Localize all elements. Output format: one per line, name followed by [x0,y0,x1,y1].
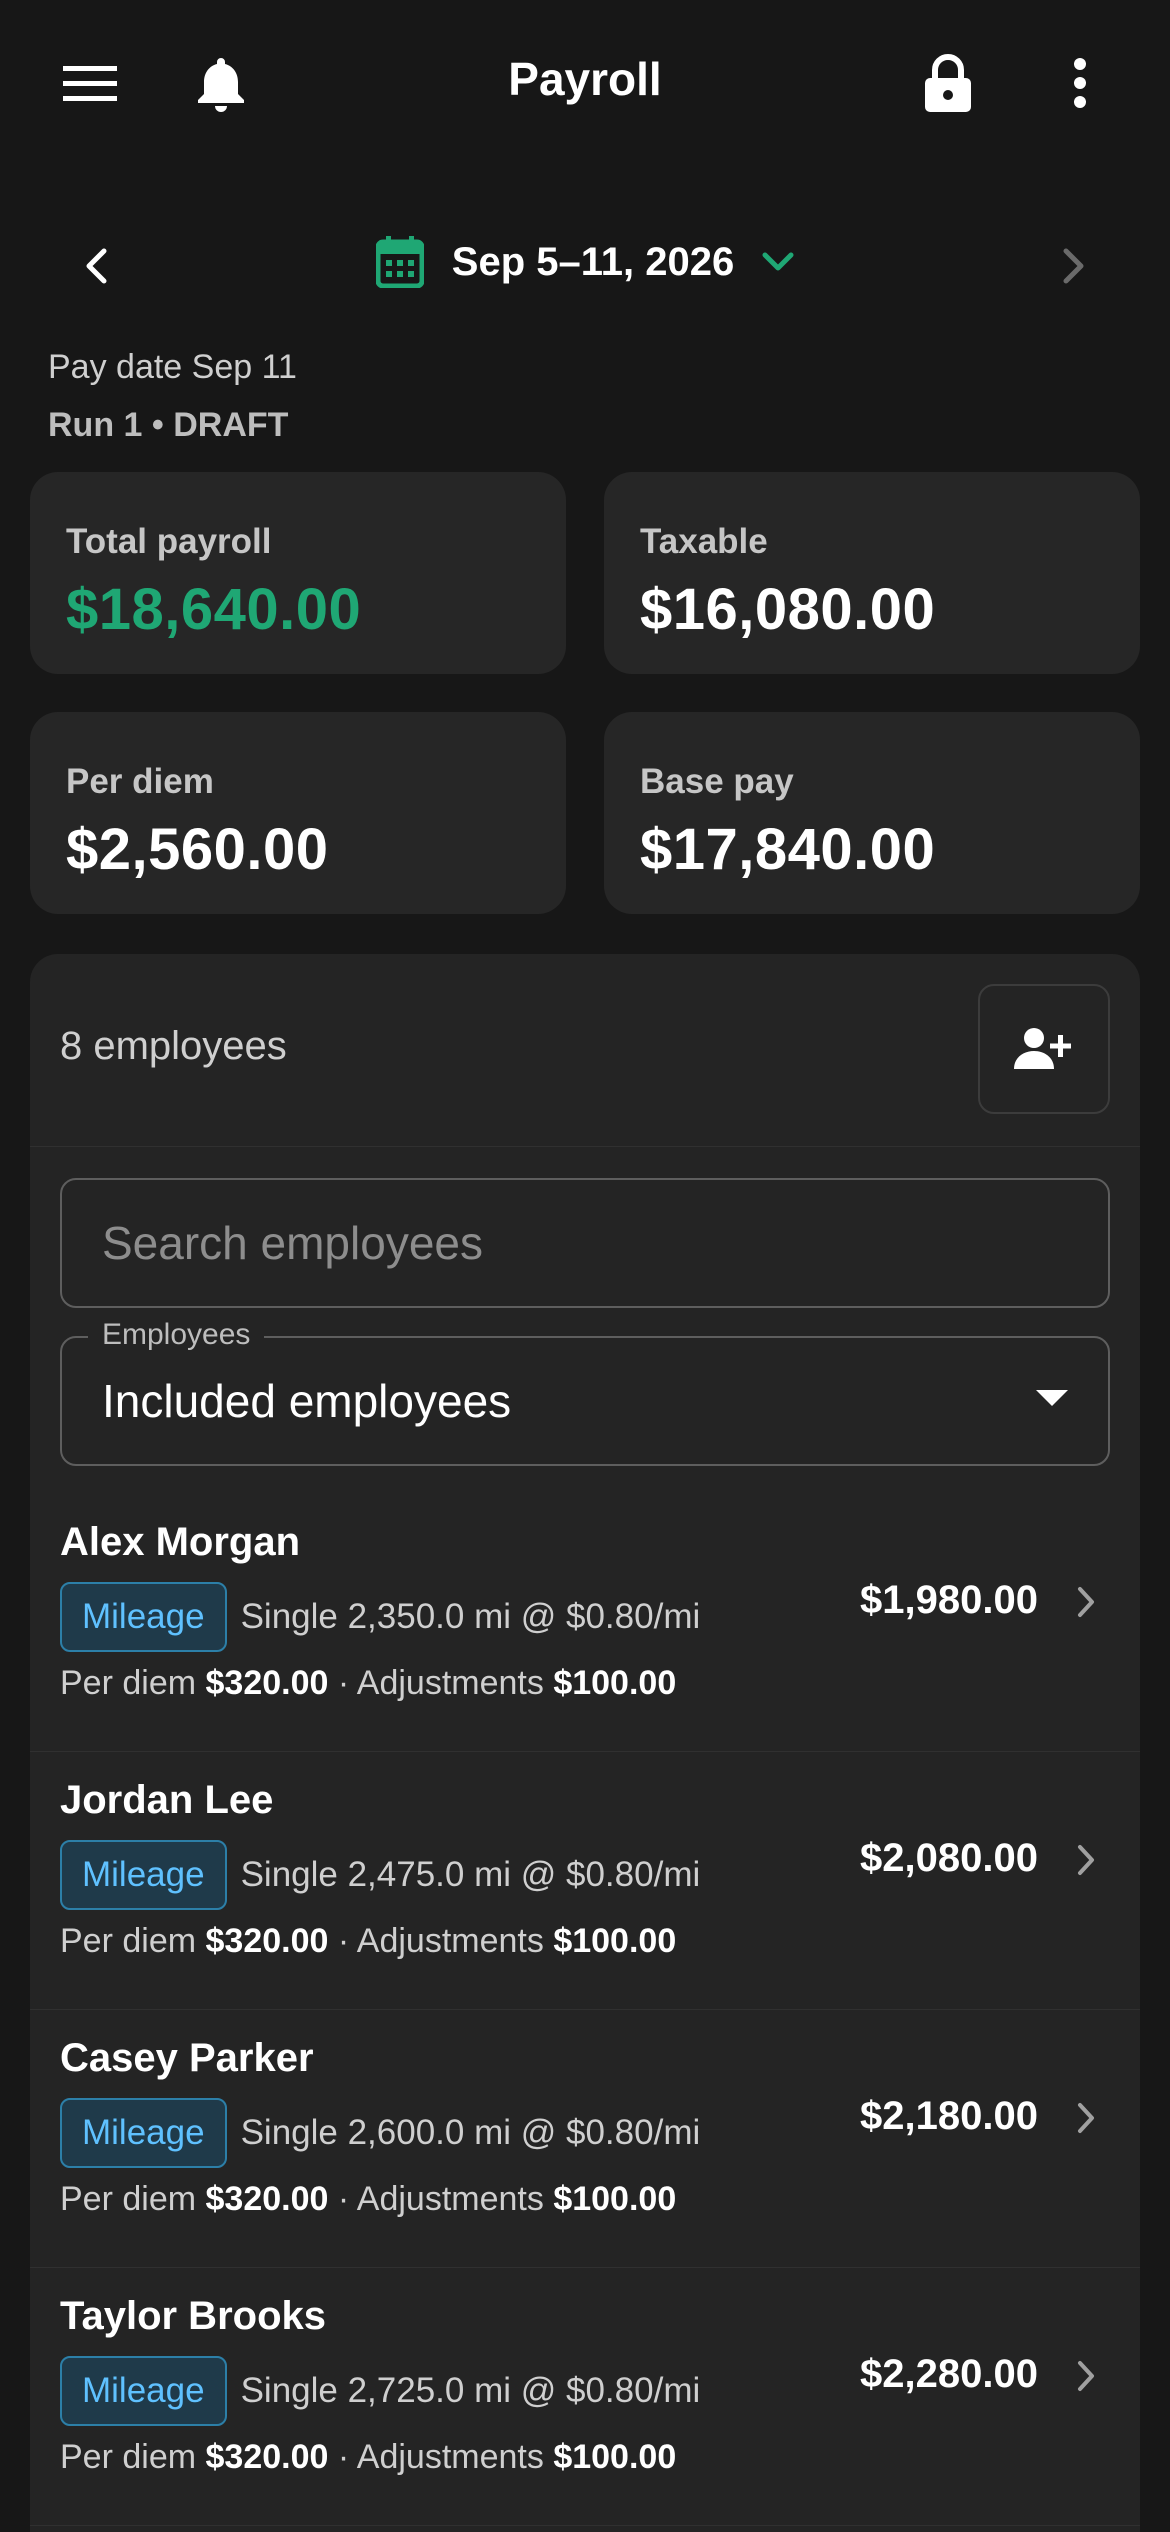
base-pay-card: Base pay $17,840.00 [604,712,1140,914]
pay-rate: Single 2,475.0 mi @ $0.80/mi [240,1855,701,1894]
adjustments-amount: $100.00 [553,1664,677,1702]
pay-type-badge: Mileage [60,2098,227,2168]
employee-filter-label: Employees [88,1318,265,1352]
employee-name: Casey Parker [60,2036,314,2080]
lock-icon[interactable] [912,48,984,118]
pay-rate: Single 2,350.0 mi @ $0.80/mi [240,1597,701,1636]
employee-details: Per diem $320.00 · Adjustments $100.00 [60,2438,676,2477]
total-payroll-card: Total payroll $18,640.00 [30,472,566,674]
taxable-label: Taxable [640,522,768,561]
separator: · [337,2180,350,2218]
payroll-screen: Payroll Sep 5–11, 2026 Pay date Sep 11 R… [0,0,1170,2532]
pay-rate: Single 2,725.0 mi @ $0.80/mi [240,2371,701,2410]
per-diem-label: Per diem [60,1922,197,1960]
adjustments-amount: $100.00 [553,2180,677,2218]
per-diem-amount: $320.00 [205,1922,329,1960]
per-diem-amount: $320.00 [205,1664,329,1702]
employee-name: Jordan Lee [60,1778,274,1822]
employee-details: Per diem $320.00 · Adjustments $100.00 [60,1922,676,1961]
employee-row[interactable]: Casey Parker Mileage Single 2,600.0 mi @… [30,2010,1140,2268]
base-pay-value: $17,840.00 [640,817,936,882]
employee-row[interactable]: Alex Morgan Mileage Single 2,350.0 mi @ … [30,1494,1140,1752]
per-diem-label: Per diem [60,2438,197,2476]
dropdown-arrow-icon [1036,1390,1068,1406]
per-diem-label: Per diem [60,1664,197,1702]
pay-date: Pay date Sep 11 [48,348,297,386]
adjustments-amount: $100.00 [553,2438,677,2476]
separator: · [337,1664,350,1702]
total-payroll-label: Total payroll [66,522,272,561]
employee-count: 8 employees [60,1024,287,1068]
pay-rate: Single 2,600.0 mi @ $0.80/mi [240,2113,701,2152]
employee-total: $2,080.00 [860,1836,1038,1880]
page-title: Payroll [508,53,662,105]
chevron-right-icon [1078,1845,1094,1875]
person-add-icon [1014,1028,1071,1069]
chevron-right-icon [1078,2103,1094,2133]
calendar-icon [375,236,424,288]
chevron-right-icon [1063,248,1084,284]
search-placeholder: Search employees [102,1217,483,1269]
separator: · [337,2438,350,2476]
pay-period-selector: Sep 5–11, 2026 [0,220,1170,310]
total-payroll-value: $18,640.00 [66,577,362,642]
more-vert-icon[interactable] [1052,48,1108,118]
run-status: Run 1 • DRAFT [48,406,289,444]
employees-panel-header: 8 employees [30,954,1140,1147]
next-period-button[interactable] [1044,236,1104,296]
adjustments-label: Adjustments [356,2180,544,2218]
employee-total: $1,980.00 [860,1578,1038,1622]
per-diem-card: Per diem $2,560.00 [30,712,566,914]
employee-filter-value: Included employees [102,1375,512,1427]
add-employee-button[interactable] [978,984,1110,1114]
employee-total: $2,180.00 [860,2094,1038,2138]
adjustments-label: Adjustments [356,1922,544,1960]
per-diem-label: Per diem [60,2180,197,2218]
pay-type-badge: Mileage [60,1840,227,1910]
employee-filter-select[interactable]: Employees Included employees [60,1318,1110,1466]
pay-type-badge: Mileage [60,1582,227,1652]
employee-details: Per diem $320.00 · Adjustments $100.00 [60,2180,676,2219]
employee-name: Alex Morgan [60,1520,301,1564]
top-app-bar: Payroll [0,0,1170,170]
per-diem-amount: $320.00 [205,2180,329,2218]
per-diem-value: $2,560.00 [66,817,329,882]
search-input[interactable]: Search employees [60,1178,1110,1308]
employees-panel: 8 employees Search employees Employees I… [30,954,1140,2532]
per-diem-amount: $320.00 [205,2438,329,2476]
adjustments-label: Adjustments [356,1664,544,1702]
period-label: Sep 5–11, 2026 [451,239,735,284]
period-dropdown[interactable]: Sep 5–11, 2026 [0,236,1170,288]
taxable-card: Taxable $16,080.00 [604,472,1140,674]
employee-total: $2,280.00 [860,2352,1038,2396]
base-pay-label: Base pay [640,762,794,801]
taxable-value: $16,080.00 [640,577,936,642]
chevron-down-icon [762,252,794,271]
employee-row[interactable]: Jordan Lee Mileage Single 2,475.0 mi @ $… [30,1752,1140,2010]
employee-details: Per diem $320.00 · Adjustments $100.00 [60,1664,676,1703]
employee-row[interactable]: Taylor Brooks Mileage Single 2,725.0 mi … [30,2268,1140,2526]
separator: · [337,1922,350,1960]
employee-name: Taylor Brooks [60,2294,326,2338]
adjustments-amount: $100.00 [553,1922,677,1960]
pay-type-badge: Mileage [60,2356,227,2426]
per-diem-label: Per diem [66,762,214,801]
chevron-right-icon [1078,1587,1094,1617]
chevron-right-icon [1078,2361,1094,2391]
adjustments-label: Adjustments [356,2438,544,2476]
